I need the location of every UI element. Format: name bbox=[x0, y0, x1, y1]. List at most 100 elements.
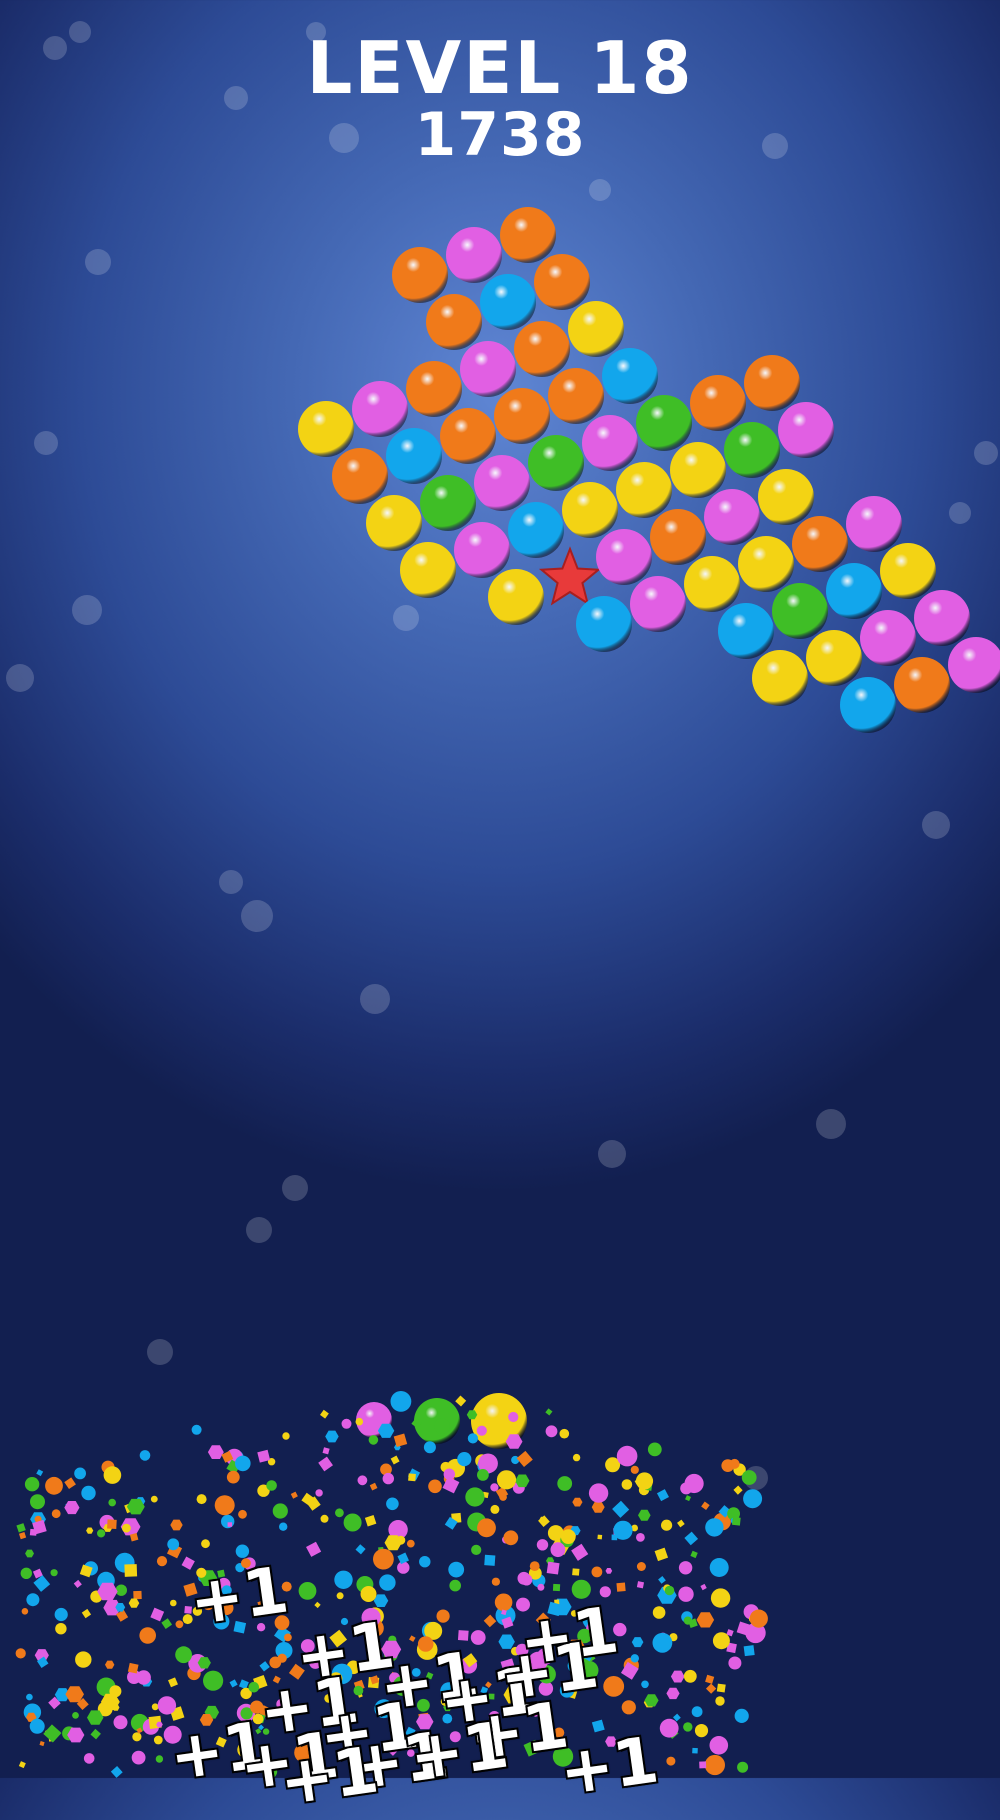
confetti-dot bbox=[683, 1722, 693, 1732]
confetti-dot bbox=[191, 1424, 202, 1435]
confetti-square bbox=[692, 1747, 698, 1754]
confetti-square bbox=[733, 1485, 743, 1495]
confetti-dot bbox=[196, 1494, 207, 1505]
confetti-dot bbox=[691, 1706, 703, 1718]
confetti-square bbox=[127, 1662, 139, 1674]
confetti-square bbox=[90, 1728, 101, 1740]
confetti-dot bbox=[266, 1480, 277, 1491]
confetti-dot bbox=[737, 1761, 749, 1773]
confetti-dot bbox=[113, 1715, 128, 1730]
confetti-square bbox=[227, 1522, 233, 1527]
confetti-dot bbox=[683, 1669, 697, 1683]
confetti-dot bbox=[496, 1470, 517, 1490]
confetti-square bbox=[364, 1515, 377, 1527]
confetti-dot bbox=[279, 1522, 288, 1531]
confetti-square bbox=[409, 1635, 416, 1642]
confetti-hex bbox=[696, 1612, 715, 1628]
confetti-square bbox=[124, 1564, 138, 1577]
confetti-dot bbox=[277, 1653, 287, 1663]
confetti-hex bbox=[207, 1445, 224, 1459]
confetti-square bbox=[133, 1590, 142, 1600]
confetti-dot bbox=[336, 1592, 344, 1600]
confetti-dot bbox=[545, 1425, 558, 1438]
confetti-hex bbox=[64, 1501, 80, 1515]
confetti-square bbox=[654, 1547, 669, 1562]
confetti-dot bbox=[616, 1445, 638, 1467]
confetti-square bbox=[455, 1395, 467, 1407]
confetti-dot bbox=[235, 1455, 251, 1472]
confetti-dot bbox=[560, 1529, 576, 1544]
confetti-dot bbox=[529, 1561, 540, 1571]
confetti-dot bbox=[45, 1476, 63, 1495]
confetti-square bbox=[732, 1516, 741, 1526]
confetti-square bbox=[684, 1531, 699, 1546]
confetti-square bbox=[290, 1491, 298, 1499]
confetti-dot bbox=[50, 1569, 58, 1577]
confetti-dot bbox=[436, 1609, 450, 1623]
confetti-dot bbox=[603, 1676, 625, 1697]
confetti-dot bbox=[428, 1479, 442, 1494]
confetti-dot bbox=[666, 1756, 676, 1766]
confetti-dot bbox=[139, 1450, 151, 1461]
confetti-dot bbox=[298, 1582, 317, 1600]
confetti-dot bbox=[156, 1556, 168, 1567]
confetti-hex bbox=[670, 1670, 685, 1683]
confetti-dot bbox=[150, 1495, 158, 1503]
confetti-dot bbox=[661, 1519, 673, 1531]
confetti-dot bbox=[664, 1585, 675, 1596]
confetti-dot bbox=[477, 1518, 496, 1538]
game-screen[interactable]: LEVEL 18 1738 +1 +1 +1 +1 +1 +1 +1 +1 +1 +1 +1 +1 +1… bbox=[0, 0, 1000, 1820]
confetti-dot bbox=[419, 1556, 431, 1568]
confetti-square bbox=[705, 1674, 715, 1684]
confetti-dot bbox=[705, 1518, 724, 1537]
confetti-dot bbox=[103, 1466, 122, 1484]
confetti-dot bbox=[24, 1477, 40, 1492]
score-popup: +1 bbox=[275, 1733, 383, 1820]
confetti-dot bbox=[390, 1391, 412, 1412]
confetti-square bbox=[701, 1501, 710, 1511]
confetti-square bbox=[705, 1683, 717, 1694]
confetti-square bbox=[314, 1601, 321, 1609]
confetti-dot bbox=[175, 1620, 184, 1629]
confetti-dot bbox=[155, 1755, 164, 1763]
confetti-dot bbox=[335, 1508, 344, 1518]
confetti-dot bbox=[621, 1700, 636, 1715]
confetti-dot bbox=[136, 1670, 151, 1685]
confetti-square bbox=[516, 1450, 533, 1468]
confetti-dot bbox=[360, 1586, 377, 1602]
confetti-dot bbox=[457, 1452, 472, 1467]
confetti-dot bbox=[272, 1503, 288, 1519]
confetti-dot bbox=[536, 1539, 549, 1551]
confetti-square bbox=[64, 1477, 76, 1490]
confetti-dot bbox=[520, 1574, 533, 1586]
confetti-dot bbox=[591, 1566, 603, 1578]
confetti-burst bbox=[15, 1391, 768, 1778]
confetti-square bbox=[636, 1581, 645, 1589]
confetti-hex bbox=[666, 1687, 680, 1700]
score-popup: +1 bbox=[515, 1593, 623, 1681]
confetti-dot bbox=[641, 1680, 649, 1689]
confetti-dot bbox=[743, 1489, 763, 1509]
confetti-dot bbox=[51, 1509, 61, 1519]
confetti-dot bbox=[613, 1520, 633, 1540]
confetti-dot bbox=[83, 1753, 95, 1764]
confetti-square bbox=[322, 1447, 330, 1455]
confetti-dot bbox=[15, 1648, 26, 1659]
confetti-square bbox=[18, 1761, 26, 1769]
confetti-square bbox=[229, 1679, 238, 1688]
confetti-square bbox=[81, 1608, 92, 1619]
confetti-dot bbox=[175, 1646, 193, 1664]
confetti-dot bbox=[201, 1539, 210, 1549]
confetti-dot bbox=[636, 1533, 645, 1542]
confetti-square bbox=[18, 1532, 27, 1540]
confetti-dot bbox=[29, 1718, 45, 1734]
confetti-dot bbox=[122, 1523, 131, 1533]
confetti-square bbox=[616, 1582, 626, 1592]
confetti-dot bbox=[709, 1736, 729, 1755]
confetti-dot bbox=[684, 1473, 704, 1494]
confetti-hex bbox=[325, 1430, 339, 1443]
confetti-dot bbox=[115, 1584, 128, 1596]
confetti-hex bbox=[605, 1568, 613, 1574]
confetti-dot bbox=[467, 1433, 478, 1444]
confetti-square bbox=[552, 1583, 561, 1592]
